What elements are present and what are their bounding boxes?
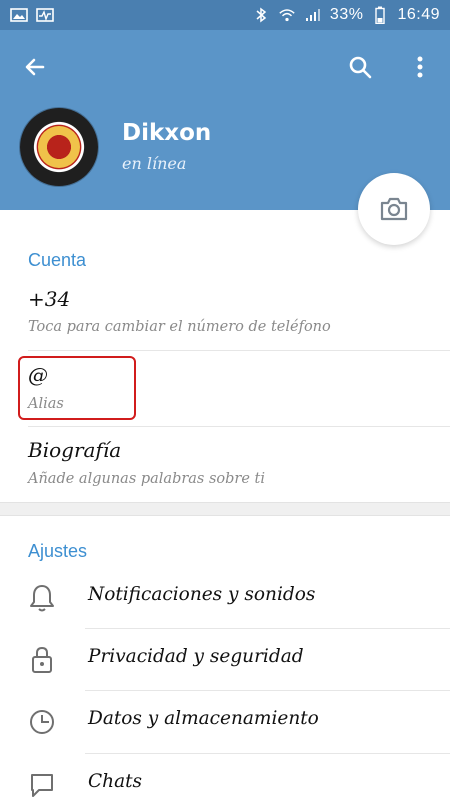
clock: 16:49 [397, 6, 440, 23]
signal-icon [304, 7, 322, 23]
setting-item-notifications[interactable]: Notificaciones y sonidos [0, 568, 450, 628]
setting-label: Datos y almacenamiento [88, 708, 319, 729]
settings-section-title: Ajustes [28, 541, 88, 561]
bio-value: Biografía [28, 438, 122, 462]
divider [28, 426, 450, 427]
bluetooth-icon [252, 7, 270, 23]
divider [85, 690, 450, 691]
app-bar [0, 30, 450, 100]
profile-name: Dikxon [122, 120, 212, 146]
bio-hint: Añade algunas palabras sobre ti [28, 471, 266, 487]
set-photo-button[interactable] [358, 173, 430, 245]
avatar-emblem [38, 126, 80, 168]
battery-icon [371, 6, 389, 24]
setting-label: Chats [88, 771, 143, 792]
profile-avatar[interactable] [20, 108, 98, 186]
phone-value: +34 [28, 287, 71, 311]
setting-label: Privacidad y seguridad [88, 646, 304, 667]
camera-icon [380, 197, 408, 221]
section-separator [0, 502, 450, 516]
phone-hint: Toca para cambiar el número de teléfono [28, 319, 331, 335]
divider [85, 628, 450, 629]
profile-status: en línea [122, 154, 187, 173]
back-button[interactable] [18, 50, 52, 84]
gallery-notification-icon [10, 7, 28, 23]
arrow-back-icon [25, 58, 45, 76]
setting-item-privacy[interactable]: Privacidad y seguridad [0, 630, 450, 690]
status-bar: 33% 16:49 [0, 0, 450, 30]
clock-icon [26, 706, 58, 738]
highlight-annotation [18, 356, 136, 420]
activity-notification-icon [36, 7, 54, 23]
account-section-title: Cuenta [28, 250, 87, 270]
search-button[interactable] [343, 50, 377, 84]
setting-item-chats[interactable]: Chats [0, 755, 450, 800]
divider [28, 350, 450, 351]
setting-label: Notificaciones y sonidos [88, 584, 316, 605]
setting-item-data[interactable]: Datos y almacenamiento [0, 692, 450, 752]
more-vert-icon [417, 56, 423, 78]
wifi-icon [278, 7, 296, 23]
more-options-button[interactable] [405, 50, 435, 84]
bell-icon [26, 582, 58, 614]
divider [85, 753, 450, 754]
battery-percent: 33% [329, 6, 364, 23]
lock-icon [26, 644, 58, 676]
status-bar-left [10, 7, 54, 23]
search-icon [349, 56, 372, 79]
chat-bubble-icon [26, 769, 58, 800]
status-bar-right: 33% 16:49 [252, 6, 440, 24]
